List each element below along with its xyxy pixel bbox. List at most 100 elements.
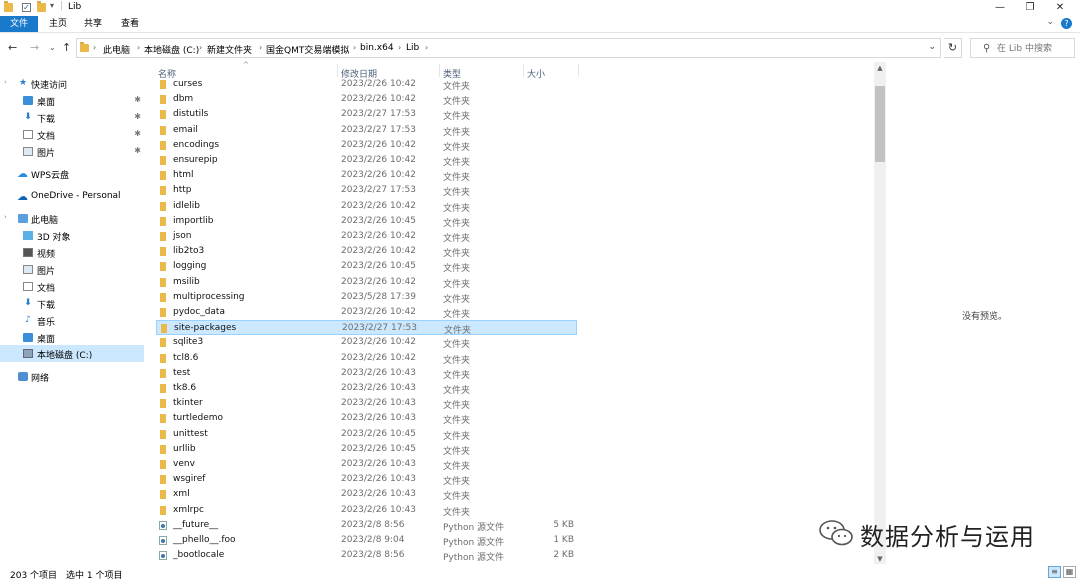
table-row[interactable]: tkinter 2023/2/26 10:43 文件夹 <box>156 396 577 411</box>
table-row[interactable]: logging 2023/2/26 10:45 文件夹 <box>156 259 577 274</box>
table-row[interactable]: test 2023/2/26 10:43 文件夹 <box>156 366 577 381</box>
pin-icon[interactable]: ✱ <box>134 112 141 121</box>
chevron-right-icon[interactable]: › <box>4 213 7 221</box>
large-icons-view-button[interactable]: ▦ <box>1063 566 1076 578</box>
table-row[interactable]: encodings 2023/2/26 10:42 文件夹 <box>156 138 577 153</box>
breadcrumb-qmt[interactable]: 国金QMT交易端模拟 <box>266 43 349 56</box>
sidebar-item-network[interactable]: 网络 <box>0 368 144 385</box>
sidebar-item-documents[interactable]: 文档 ✱ <box>0 126 144 143</box>
address-dropdown-icon[interactable]: ⌄ <box>928 42 936 52</box>
table-row[interactable]: site-packages 2023/2/27 17:53 文件夹 <box>156 320 577 336</box>
refresh-button[interactable]: ↻ <box>944 38 962 58</box>
table-row[interactable]: json 2023/2/26 10:42 文件夹 <box>156 229 577 244</box>
table-row[interactable]: xmlrpc 2023/2/26 10:43 文件夹 <box>156 503 577 518</box>
table-row[interactable]: xml 2023/2/26 10:43 文件夹 <box>156 487 577 502</box>
table-row[interactable]: multiprocessing 2023/5/28 17:39 文件夹 <box>156 290 577 305</box>
sidebar-item-pictures[interactable]: 图片 ✱ <box>0 143 144 160</box>
table-row[interactable]: http 2023/2/27 17:53 文件夹 <box>156 183 577 198</box>
breadcrumb-separator[interactable]: › <box>398 43 401 52</box>
pin-icon[interactable]: ✱ <box>134 95 141 104</box>
sidebar-item-documents-pc[interactable]: 文档 <box>0 278 144 295</box>
minimize-button[interactable]: — <box>985 0 1015 16</box>
table-row[interactable]: venv 2023/2/26 10:43 文件夹 <box>156 457 577 472</box>
table-row[interactable]: __phello__.foo 2023/2/8 9:04 Python 源文件 1 K… <box>156 533 577 548</box>
scroll-thumb[interactable] <box>875 86 885 162</box>
chevron-down-icon[interactable]: ⌄ <box>1046 17 1054 27</box>
tab-home[interactable]: 主页 <box>40 16 76 32</box>
properties-check-icon[interactable]: ✓ <box>22 3 31 12</box>
search-box[interactable]: ⚲ <box>970 38 1075 58</box>
table-row[interactable]: lib2to3 2023/2/26 10:42 文件夹 <box>156 244 577 259</box>
table-row[interactable]: idlelib 2023/2/26 10:42 文件夹 <box>156 199 577 214</box>
breadcrumb-separator[interactable]: › <box>137 43 140 52</box>
table-row[interactable]: pydoc_data 2023/2/26 10:42 文件夹 <box>156 305 577 320</box>
tab-share[interactable]: 共享 <box>75 16 111 32</box>
table-row[interactable]: curses 2023/2/26 10:42 文件夹 <box>156 77 577 92</box>
table-row[interactable]: msilib 2023/2/26 10:42 文件夹 <box>156 275 577 290</box>
scroll-down-icon[interactable]: ▼ <box>874 555 886 563</box>
sidebar-item-videos[interactable]: 视频 <box>0 244 144 261</box>
address-bar[interactable]: › 此电脑 › 本地磁盘 (C:) › 新建文件夹 › 国金QMT交易端模拟 ›… <box>76 38 941 58</box>
tab-view[interactable]: 查看 <box>112 16 148 32</box>
sidebar-item-wps-cloud[interactable]: ☁ WPS云盘 <box>0 165 144 182</box>
sidebar-item-quick-access[interactable]: › ★ 快速访问 <box>0 75 144 92</box>
table-row[interactable]: ensurepip 2023/2/26 10:42 文件夹 <box>156 153 577 168</box>
quick-access-dropdown-icon[interactable]: ▾ <box>50 1 54 10</box>
table-row[interactable]: turtledemo 2023/2/26 10:43 文件夹 <box>156 411 577 426</box>
scroll-up-icon[interactable]: ▲ <box>874 64 886 72</box>
sidebar-item-pictures-pc[interactable]: 图片 <box>0 261 144 278</box>
table-row[interactable]: __future__ 2023/2/8 8:56 Python 源文件 5 KB <box>156 518 577 533</box>
column-divider[interactable] <box>523 64 524 77</box>
table-row[interactable]: unittest 2023/2/26 10:45 文件夹 <box>156 427 577 442</box>
table-row[interactable]: urllib 2023/2/26 10:45 文件夹 <box>156 442 577 457</box>
column-divider[interactable] <box>578 64 579 77</box>
table-row[interactable]: dbm 2023/2/26 10:42 文件夹 <box>156 92 577 107</box>
search-input[interactable] <box>997 42 1072 55</box>
details-view-button[interactable]: ≡ <box>1048 566 1061 578</box>
breadcrumb-separator[interactable]: › <box>199 43 202 52</box>
new-folder-icon[interactable] <box>37 1 46 12</box>
table-row[interactable]: tk8.6 2023/2/26 10:43 文件夹 <box>156 381 577 396</box>
sidebar-item-desktop[interactable]: 桌面 ✱ <box>0 92 144 109</box>
table-row[interactable]: email 2023/2/27 17:53 文件夹 <box>156 123 577 138</box>
pin-icon[interactable]: ✱ <box>134 146 141 155</box>
table-row[interactable]: sqlite3 2023/2/26 10:42 文件夹 <box>156 335 577 350</box>
tab-file[interactable]: 文件 <box>0 16 38 32</box>
sidebar-item-3d-objects[interactable]: 3D 对象 <box>0 227 144 244</box>
table-row[interactable]: distutils 2023/2/27 17:53 文件夹 <box>156 107 577 122</box>
sidebar-item-onedrive[interactable]: ☁ OneDrive - Personal <box>0 188 144 205</box>
breadcrumb-separator[interactable]: › <box>93 43 96 52</box>
breadcrumb-separator[interactable]: › <box>425 43 428 52</box>
forward-button[interactable]: → <box>30 41 39 55</box>
maximize-button[interactable]: ❐ <box>1015 0 1045 16</box>
table-row[interactable]: wsgiref 2023/2/26 10:43 文件夹 <box>156 472 577 487</box>
breadcrumb-bin-x64[interactable]: bin.x64 <box>360 43 394 53</box>
folder-icon <box>160 262 166 272</box>
breadcrumb-lib[interactable]: Lib <box>406 43 419 53</box>
breadcrumb-this-pc[interactable]: 此电脑 <box>103 43 130 56</box>
breadcrumb-separator[interactable]: › <box>259 43 262 52</box>
recent-locations-icon[interactable]: ⌄ <box>49 41 56 55</box>
back-button[interactable]: ← <box>8 41 17 55</box>
sidebar-item-local-disk[interactable]: 本地磁盘 (C:) <box>0 345 144 362</box>
table-row[interactable]: html 2023/2/26 10:42 文件夹 <box>156 168 577 183</box>
vertical-scrollbar[interactable]: ▲ ▼ <box>874 62 886 564</box>
help-icon[interactable]: ? <box>1061 18 1072 29</box>
chevron-right-icon[interactable]: › <box>4 78 7 86</box>
sidebar-item-desktop-pc[interactable]: 桌面 <box>0 329 144 346</box>
breadcrumb-separator[interactable]: › <box>353 43 356 52</box>
column-divider[interactable] <box>439 64 440 77</box>
pin-icon[interactable]: ✱ <box>134 129 141 138</box>
breadcrumb-local-disk[interactable]: 本地磁盘 (C:) <box>144 43 199 56</box>
sidebar-item-music[interactable]: ♪ 音乐 <box>0 312 144 329</box>
close-button[interactable]: ✕ <box>1045 0 1075 16</box>
column-divider[interactable] <box>337 64 338 77</box>
sidebar-item-this-pc[interactable]: › 此电脑 <box>0 210 144 227</box>
table-row[interactable]: _bootlocale 2023/2/8 8:56 Python 源文件 2 KB <box>156 548 577 563</box>
breadcrumb-new-folder[interactable]: 新建文件夹 <box>207 43 252 56</box>
sidebar-item-downloads-pc[interactable]: ⬇ 下载 <box>0 295 144 312</box>
table-row[interactable]: tcl8.6 2023/2/26 10:42 文件夹 <box>156 351 577 366</box>
up-button[interactable]: ↑ <box>62 41 71 55</box>
table-row[interactable]: importlib 2023/2/26 10:45 文件夹 <box>156 214 577 229</box>
sidebar-item-downloads[interactable]: ⬇ 下载 ✱ <box>0 109 144 126</box>
